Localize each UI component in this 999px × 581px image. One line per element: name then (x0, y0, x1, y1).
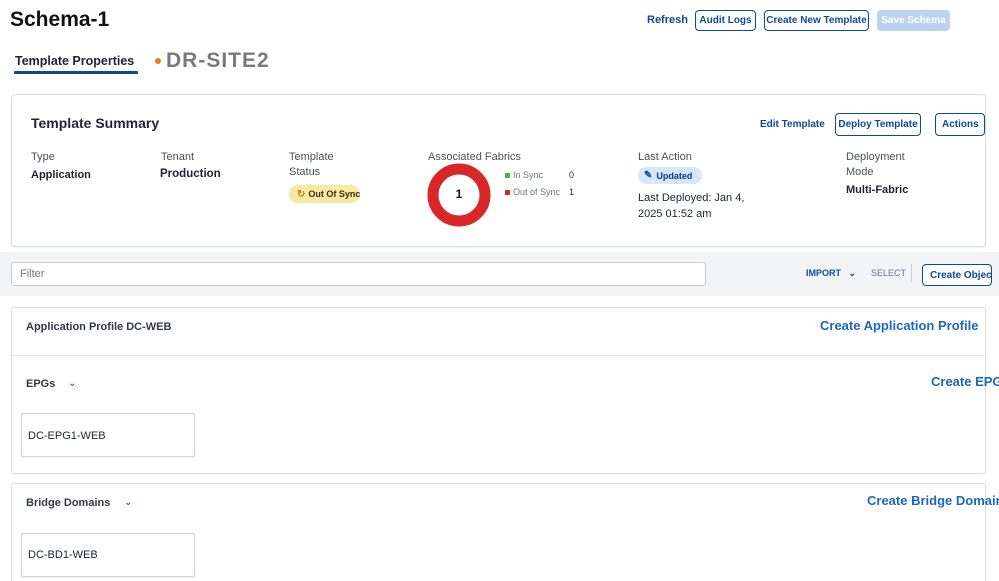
actions-button[interactable]: Actions (935, 113, 985, 136)
filter-input[interactable] (11, 262, 706, 286)
deployment-mode-label-line2: Mode (846, 166, 874, 178)
save-schema-button[interactable]: Save Schema (877, 10, 950, 31)
fabrics-total-count: 1 (455, 187, 463, 201)
section-divider (12, 355, 986, 356)
deploy-template-button[interactable]: Deploy Template (835, 113, 921, 136)
active-tab-indicator (14, 71, 138, 74)
out-of-sync-count: 1 (569, 187, 575, 197)
last-action-badge-text: Updated (656, 170, 693, 181)
chevron-down-icon[interactable]: ⌄ (68, 378, 76, 389)
in-sync-legend-swatch (505, 173, 510, 178)
create-new-template-button[interactable]: Create New Template (764, 10, 869, 31)
create-epg-link[interactable]: Create EPG (931, 374, 999, 389)
create-bridge-domain-link[interactable]: Create Bridge Domain (867, 493, 999, 508)
chevron-down-icon: ⌄ (848, 268, 857, 278)
page-title: Schema-1 (10, 8, 110, 31)
last-action-label: Last Action (638, 151, 692, 163)
last-action-badge: ✎ Updated (638, 167, 702, 184)
template-status-label-line2: Status (289, 166, 321, 178)
site-name: DR-SITE2 (166, 49, 270, 72)
edit-template-link[interactable]: Edit Template (760, 119, 825, 130)
out-of-sync-legend-swatch (505, 190, 510, 195)
status-badge-text: Out Of Sync (308, 189, 360, 199)
deployment-mode-value: Multi-Fabric (846, 184, 909, 196)
chevron-down-icon[interactable]: ⌄ (124, 497, 132, 508)
create-object-button[interactable]: Create Object (922, 264, 992, 286)
bridge-domain-name: DC-BD1-WEB (28, 549, 98, 561)
toolbar-divider (911, 264, 912, 282)
status-badge: ↻ Out Of Sync (289, 185, 360, 203)
epg-name: DC-EPG1-WEB (28, 430, 106, 442)
create-application-profile-link[interactable]: Create Application Profile (820, 318, 978, 333)
in-sync-legend-label: In Sync (513, 170, 544, 180)
tab-template-properties[interactable]: Template Properties (15, 54, 134, 68)
type-value: Application (31, 169, 91, 181)
tenant-value: Production (160, 168, 221, 180)
import-label: IMPORT (806, 268, 841, 278)
tenant-label: Tenant (161, 151, 195, 163)
select-link[interactable]: SELECT (871, 268, 906, 278)
application-profile-title: Application Profile DC-WEB (26, 321, 172, 333)
import-dropdown[interactable]: IMPORT ⌄ (806, 268, 856, 279)
bridge-domains-title: Bridge Domains (26, 497, 111, 509)
deployment-mode-label-line1: Deployment (846, 151, 905, 163)
pencil-icon: ✎ (644, 170, 653, 181)
sync-warning-icon: ↻ (297, 188, 306, 200)
out-of-sync-legend-label: Out of Sync (513, 187, 561, 197)
last-deployed-text: Last Deployed: Jan 4, 2025 01:52 am (638, 192, 745, 220)
site-status-dot (155, 58, 161, 64)
summary-title: Template Summary (31, 115, 160, 131)
audit-logs-button[interactable]: Audit Logs (695, 10, 756, 31)
template-status-label-line1: Template (289, 151, 334, 163)
refresh-link[interactable]: Refresh (647, 14, 688, 26)
in-sync-count: 0 (569, 170, 575, 180)
epgs-title: EPGs (26, 378, 56, 390)
type-label: Type (31, 151, 55, 163)
